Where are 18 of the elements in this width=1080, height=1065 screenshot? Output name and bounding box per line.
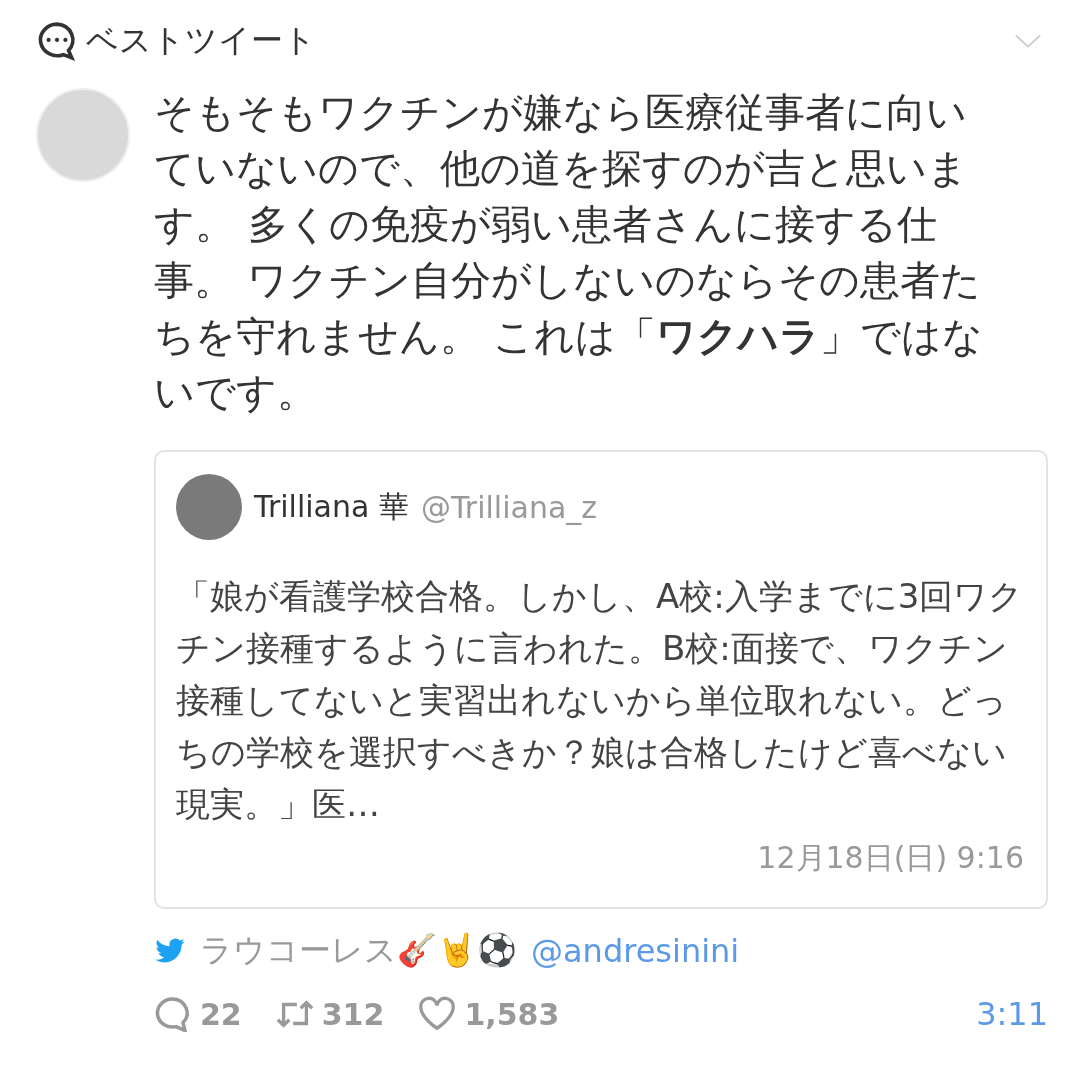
stat-count: 1,583 [464,996,560,1032]
bird-icon [154,937,186,965]
reply-icon[interactable] [154,996,192,1032]
tweet-time[interactable]: 3:11 [976,995,1048,1033]
user-handle: @Trilliana_z [420,489,598,525]
author-handle[interactable]: @andresinini [531,932,740,970]
chat-bubble-icon [36,20,78,62]
quoted-tweet-card[interactable]: Trilliana 華 @Trilliana_z 「娘が看護学校合格。しかし、A校:入学までに3回ワクチン接種するように言われた。B校:面接で、ワクチン接種してないと実習出れないから単位取れない。どっちの学校を選択すべきか？娘は合格したけど喜べない現実。」医… 12月18日(日) 9:16 [154,450,1048,909]
quoted-date: 12月18日(日) 9:16 [756,839,1024,877]
section-title: ベストツイート [86,20,317,61]
stat-count: 312 [321,996,385,1032]
stat-count: 22 [200,996,242,1032]
heart-icon[interactable] [418,996,457,1032]
user-name: Trilliana 華 [254,487,409,526]
chevron-down-icon[interactable] [1014,33,1042,49]
tweet-text: そもそもワクチンが嫌なら医療従事者に向いていないので、他の道を探すのが吉と思います。 多くの免疫が弱い患者さんに接する仕事。 ワクチン自分がしないのならその患者たちを守れません。 これは「ワクハラ」ではないです。 [154,88,984,417]
quoted-text: 「娘が看護学校合格。しかし、A校:入学までに3回ワクチン接種するように言われた。B校:面接で、ワクチン接種してないと実習出れないから単位取れない。どっちの学校を選択すべきか？娘は合格したけど喜べない現実。」医… [176,575,1024,826]
author-name: ラウコーレス🎸🤘⚽ [200,930,517,971]
